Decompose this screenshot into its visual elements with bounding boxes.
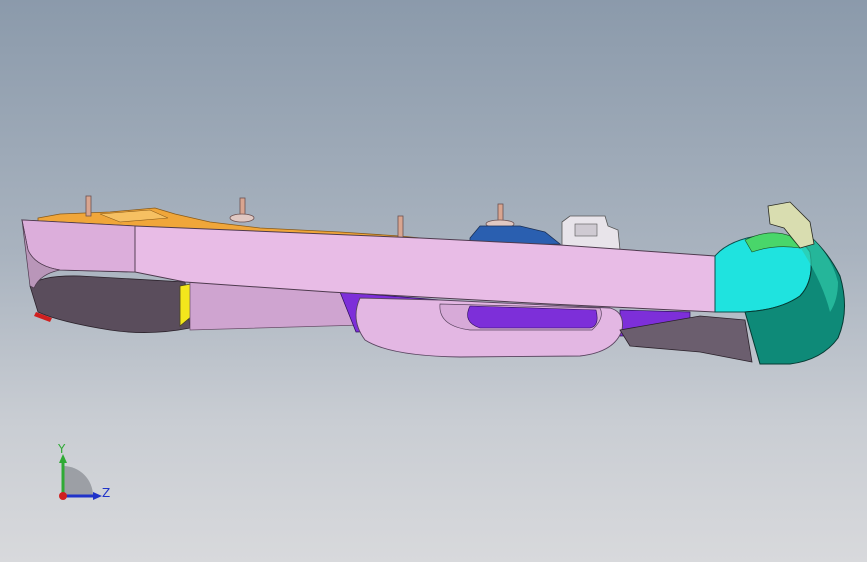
pod-violet-insert: [467, 305, 598, 329]
cad-part-model[interactable]: [0, 0, 867, 562]
connector-slot: [574, 223, 598, 237]
z-axis-arrow: [93, 492, 102, 500]
triad-fill: [63, 466, 93, 496]
graphics-viewport[interactable]: Y Z: [0, 0, 867, 562]
coordinate-triad: Y Z: [40, 438, 130, 518]
dark-underside: [29, 275, 191, 333]
z-axis-label: Z: [102, 486, 111, 500]
x-axis-dot: [59, 492, 67, 500]
y-axis-label: Y: [58, 442, 66, 456]
triad-axes: [59, 454, 102, 500]
